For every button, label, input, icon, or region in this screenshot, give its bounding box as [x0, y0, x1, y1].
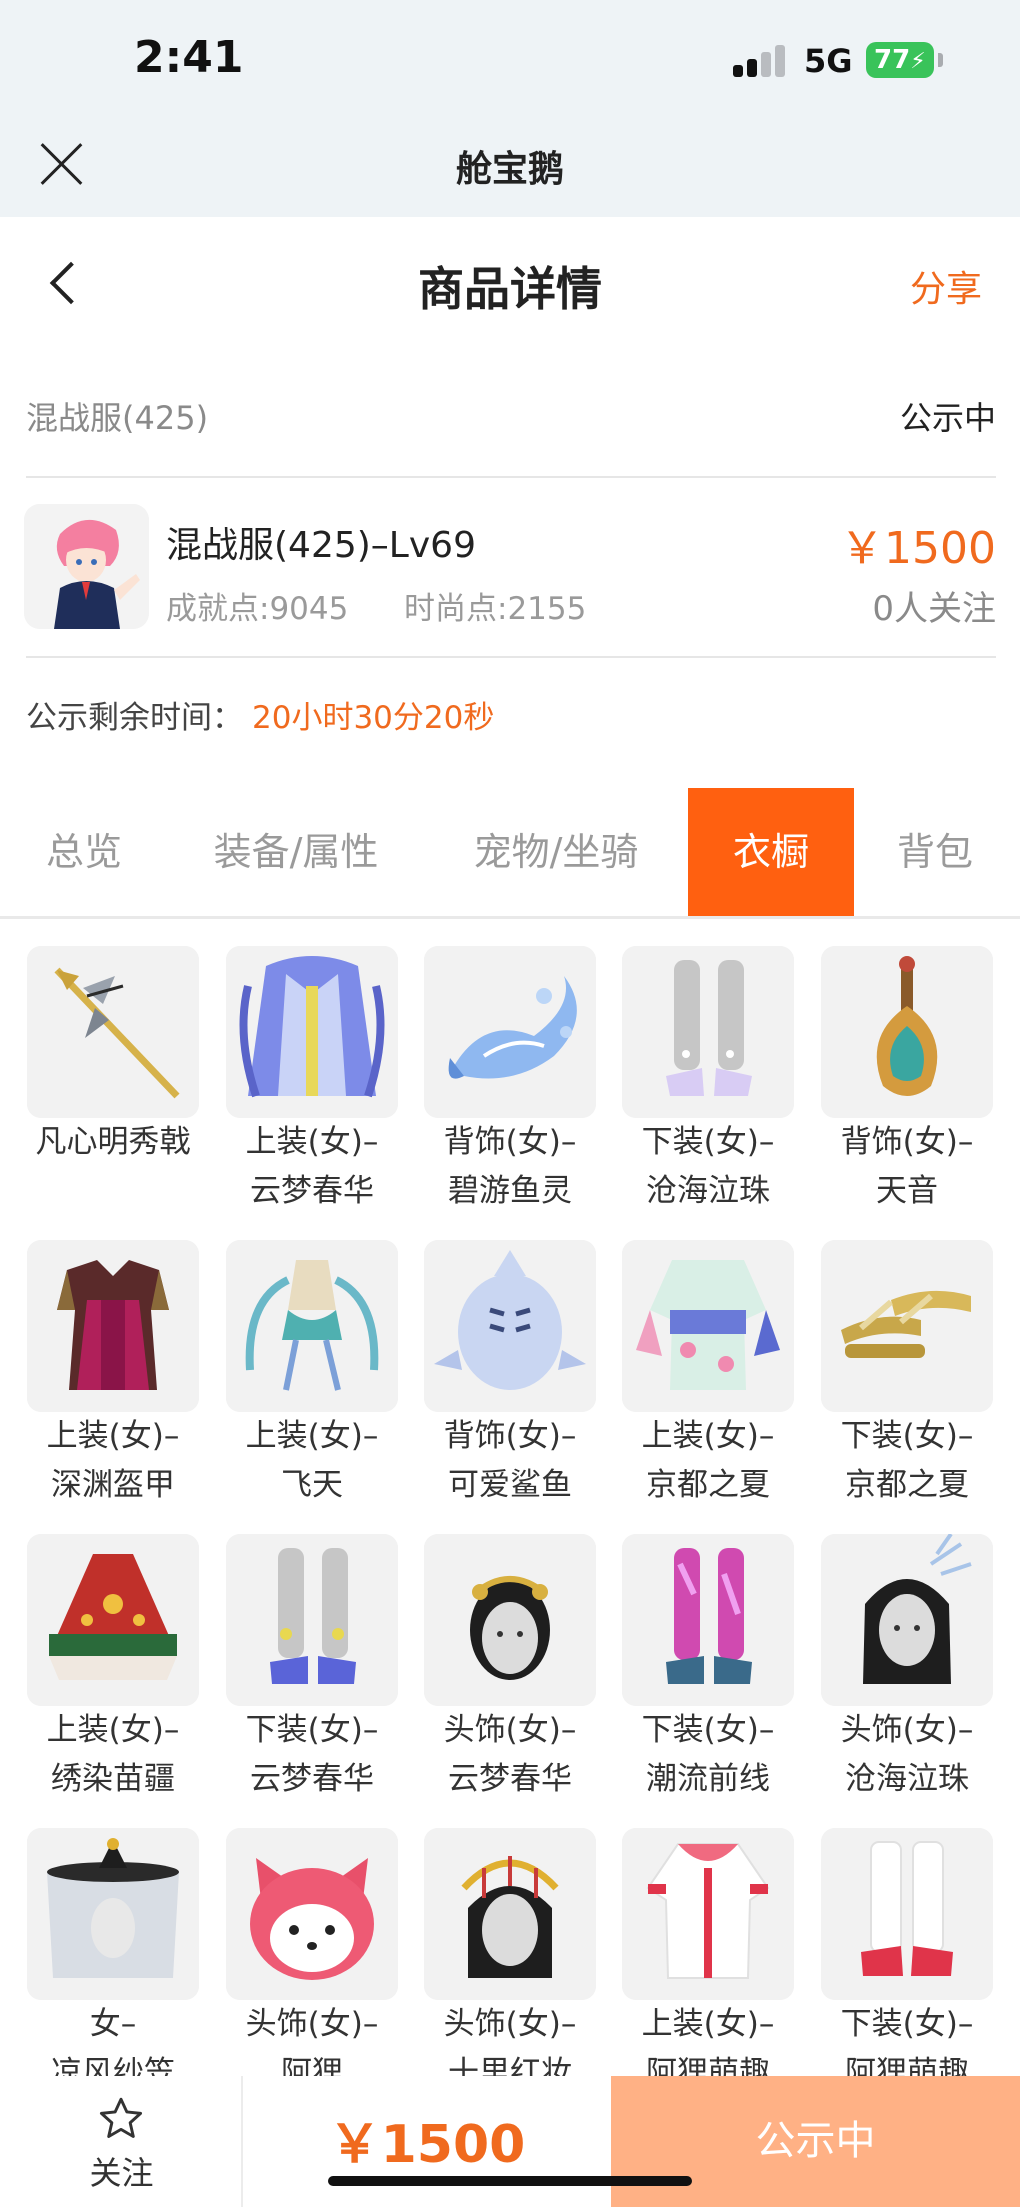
item-name: 凡心明秀戟 — [35, 1124, 191, 1160]
achievement-points: 成就点:9045 — [166, 591, 349, 627]
tab-wardrobe[interactable]: 衣橱 — [688, 788, 854, 916]
character-avatar[interactable] — [24, 504, 149, 629]
status-time: 2:41 — [134, 32, 244, 83]
battery-cap — [938, 53, 943, 67]
robe-icon — [226, 946, 398, 1118]
divider — [26, 476, 996, 478]
item-name: 上装(女)– 阿狸萌趣 — [641, 2006, 775, 2076]
divider — [26, 656, 996, 658]
poncho-icon — [27, 1534, 199, 1706]
listing-status: 公示中 — [899, 399, 996, 437]
tab-underline — [0, 916, 1020, 919]
item-name: 下装(女)– 京都之夏 — [840, 1418, 974, 1503]
star-icon — [99, 2097, 143, 2138]
wardrobe-grid: 凡心明秀戟 上装(女)– 云梦春华 背饰(女)– 碧游鱼灵 下装(女)– 沧海泣… — [0, 946, 1020, 2076]
home-indicator[interactable] — [328, 2176, 692, 2186]
item-name: 下装(女)– 云梦春华 — [245, 1712, 379, 1797]
halberd-icon — [27, 946, 199, 1118]
tab-overview[interactable]: 总览 — [22, 788, 146, 916]
legs-icon — [622, 946, 794, 1118]
publicity-status-button[interactable]: 公示中 — [611, 2076, 1020, 2207]
item-name: 上装(女)– 绣染苗疆 — [46, 1712, 180, 1797]
product-title: 混战服(425)–Lv69 — [166, 525, 476, 566]
bottom-bar: 关注 ￥1500 公示中 — [0, 2076, 1020, 2207]
legs-icon — [226, 1534, 398, 1706]
hoodie-icon — [622, 1828, 794, 2000]
item-name: 头饰(女)– 十里红妆 — [443, 2006, 577, 2076]
item-name: 下装(女)– 潮流前线 — [641, 1712, 775, 1797]
top-bar: 2:41 5G 77⚡ 舱宝鹅 — [0, 0, 1020, 217]
armor-icon — [27, 1240, 199, 1412]
item-name: 头饰(女)– 阿狸 — [245, 2006, 379, 2076]
veil-hat-icon — [27, 1828, 199, 2000]
shark-icon — [424, 1240, 596, 1412]
flying-dress-icon — [226, 1240, 398, 1412]
pipa-icon — [821, 946, 993, 1118]
sandals-icon — [821, 1240, 993, 1412]
tab-pets-mounts[interactable]: 宠物/坐骑 — [456, 788, 656, 916]
follower-count: 0人关注 — [872, 589, 996, 629]
boots-icon — [821, 1828, 993, 2000]
item-name: 背饰(女)– 天音 — [840, 1124, 974, 1209]
share-button[interactable]: 分享 — [910, 260, 982, 312]
tab-backpack[interactable]: 背包 — [880, 788, 990, 916]
follow-button[interactable]: 关注 — [0, 2076, 243, 2207]
app-title: 舱宝鹅 — [455, 149, 564, 190]
follow-label: 关注 — [89, 2154, 154, 2192]
battery-icon: 77⚡ — [866, 42, 934, 78]
kimono-icon — [622, 1240, 794, 1412]
legs-icon — [622, 1534, 794, 1706]
head-ornament-icon — [424, 1828, 596, 2000]
head-ornament-icon — [821, 1534, 993, 1706]
item-name: 女– 凉风纱笠 — [51, 2006, 175, 2076]
countdown-value: 20小时30分20秒 — [252, 700, 495, 736]
fox-head-icon — [226, 1828, 398, 2000]
item-name: 头饰(女)– 云梦春华 — [443, 1712, 577, 1797]
item-name: 头饰(女)– 沧海泣珠 — [840, 1712, 974, 1797]
item-name: 下装(女)– 沧海泣珠 — [641, 1124, 775, 1209]
page-title: 商品详情 — [418, 262, 602, 316]
bottom-price: ￥1500 — [328, 2115, 526, 2175]
signal-icon — [733, 45, 787, 77]
item-name: 背饰(女)– 碧游鱼灵 — [443, 1124, 577, 1209]
item-name: 下装(女)– 阿狸萌趣 — [840, 2006, 974, 2076]
countdown-label: 公示剩余时间： — [26, 700, 243, 736]
tab-bar: 总览 装备/属性 宠物/坐骑 衣橱 背包 — [0, 788, 1020, 916]
fashion-points: 时尚点:2155 — [404, 591, 587, 627]
battery-level: 77 — [874, 45, 911, 75]
item-name: 上装(女)– 云梦春华 — [245, 1124, 379, 1209]
item-name: 背饰(女)– 可爱鲨鱼 — [443, 1418, 577, 1503]
server-name: 混战服(425) — [26, 399, 209, 437]
product-price: ￥1500 — [840, 523, 996, 574]
item-name: 上装(女)– 深渊盔甲 — [46, 1418, 180, 1503]
network-label: 5G — [804, 42, 853, 80]
head-ornament-icon — [424, 1534, 596, 1706]
water-fish-icon — [424, 946, 596, 1118]
item-name: 上装(女)– 飞天 — [245, 1418, 379, 1503]
tab-equipment[interactable]: 装备/属性 — [196, 788, 396, 916]
item-name: 上装(女)– 京都之夏 — [641, 1418, 775, 1503]
